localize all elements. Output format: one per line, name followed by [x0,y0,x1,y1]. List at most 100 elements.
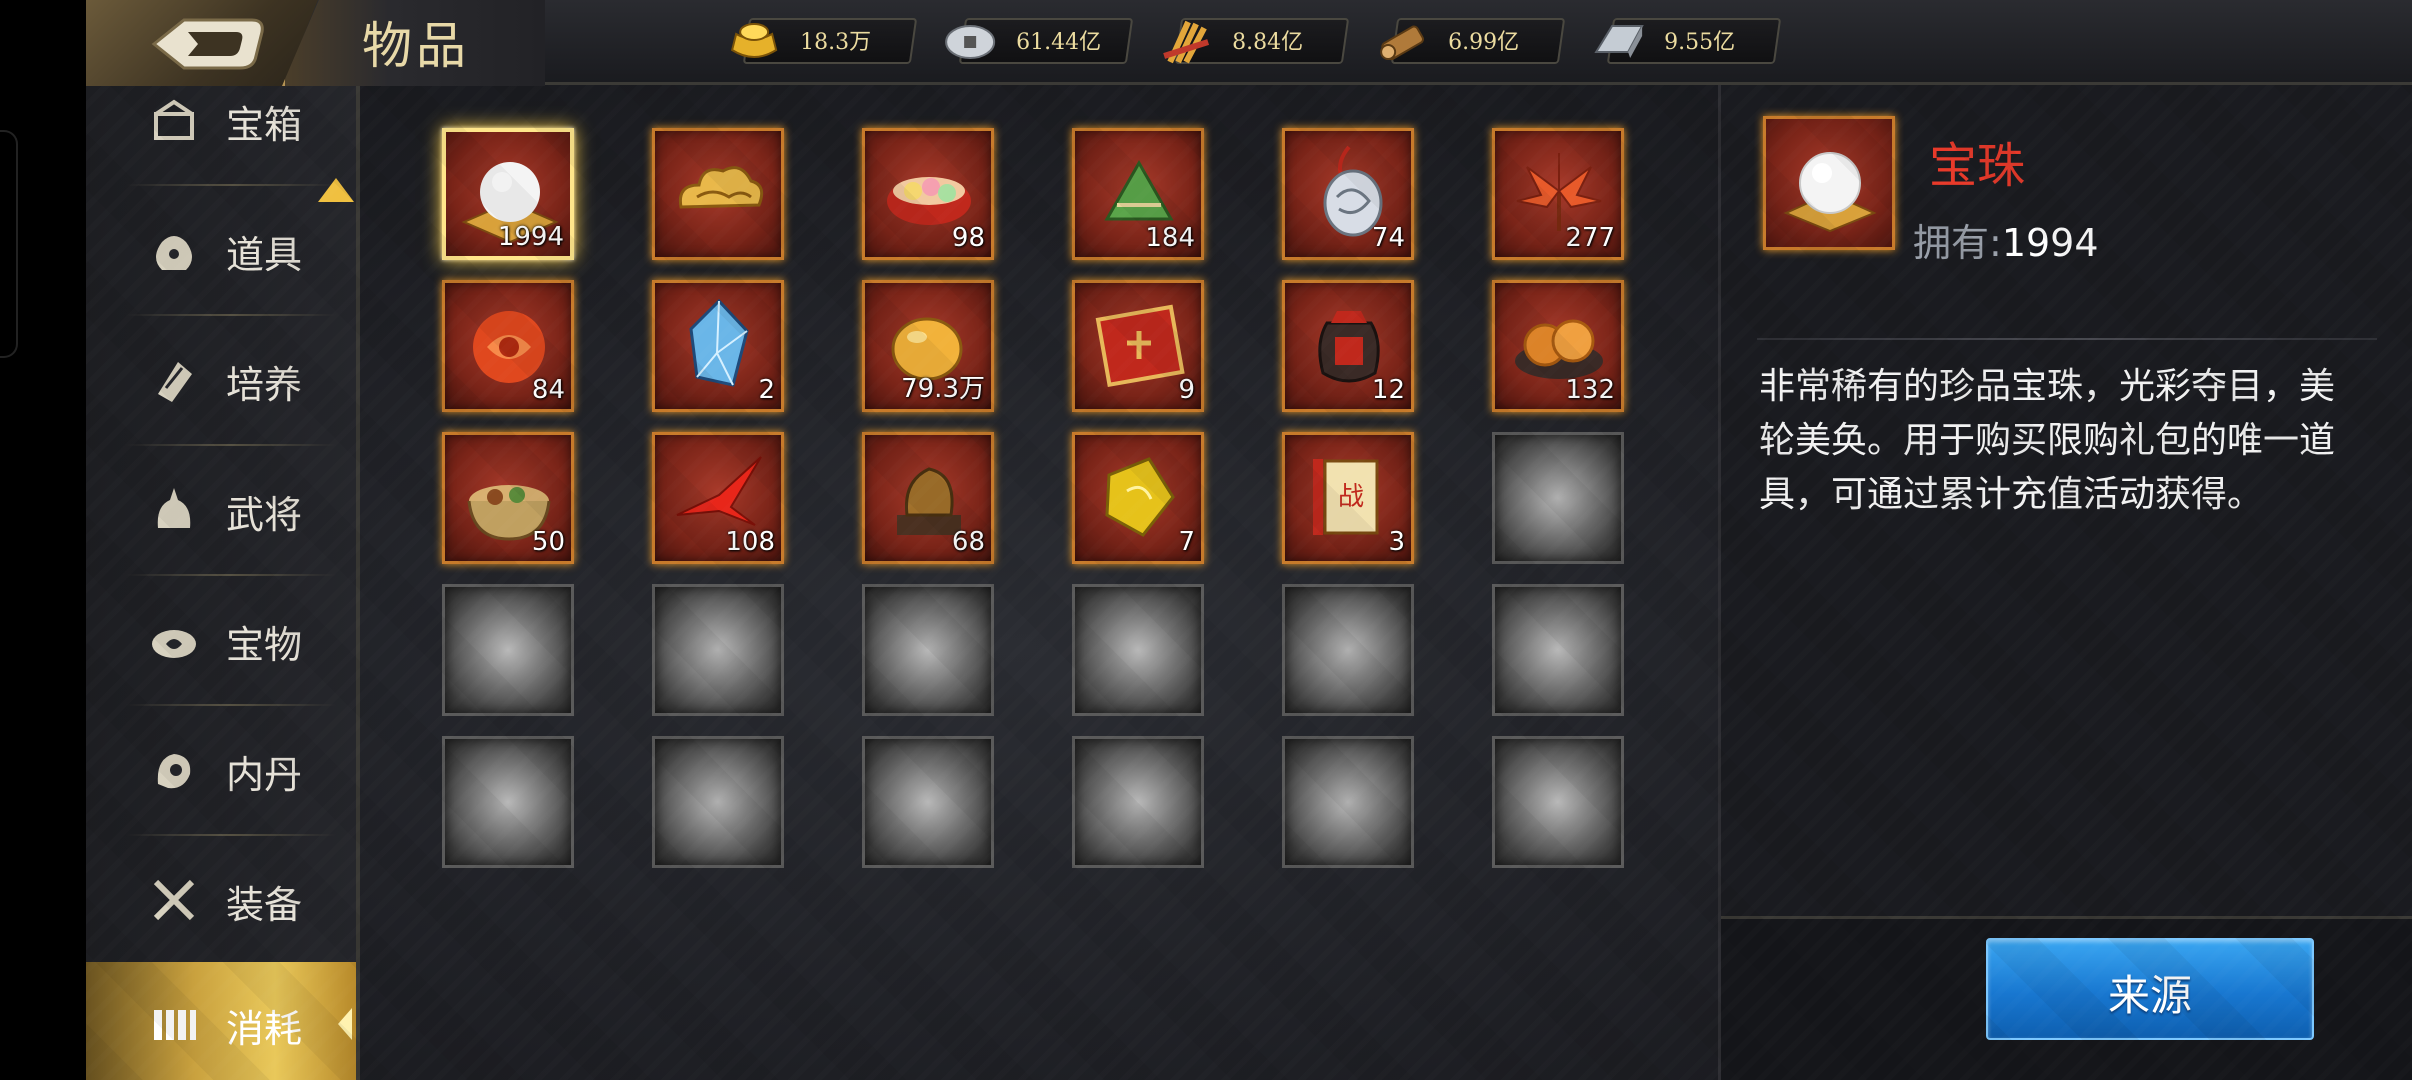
sidebar-item[interactable]: 装备 [86,838,356,966]
sidebar-item-label: 培养 [226,363,303,407]
item-slot[interactable]: 184 [1072,128,1204,260]
item-count: 132 [1565,375,1615,405]
item-slot[interactable]: 79.3万 [862,280,994,412]
sidebar-item[interactable]: 道具 [86,188,356,316]
sidebar-item-label: 武将 [226,493,303,537]
item-slot[interactable]: 50 [442,432,574,564]
item-count: 7 [1178,527,1195,557]
sidebar-item-label: 消耗 [226,1007,303,1051]
item-grid: 1994 98 184 74 277 84 2 79.3万 9 12 132 50 108 68 7 战 3 [442,128,1742,888]
wood-icon [1380,25,1424,61]
sidebar-item[interactable]: 内丹 [86,708,356,836]
item-slot[interactable]: 1994 [442,128,574,260]
chest-icon [154,99,194,140]
swords-icon [153,879,195,921]
app-root: 物品 18.3万 61.44亿 8.84亿 6.99亿 9.55亿 宝箱道具培养武将宝物… [0,0,2412,1080]
empty-slot [1072,584,1204,716]
pearl-icon [1783,152,1877,233]
empty-slot [442,736,574,868]
sidebar-item-label: 道具 [226,233,303,277]
item-count: 50 [531,527,565,557]
sidebar-item[interactable]: 培养 [86,318,356,446]
item-slot[interactable]: 68 [862,432,994,564]
silver-coin-icon [945,25,996,59]
item-count: 68 [951,527,985,557]
item-slot[interactable]: 战3 [1282,432,1414,564]
sidebar-item[interactable]: 武将 [86,448,356,576]
divider [126,834,336,836]
divider [126,444,336,446]
sidebar-item-label: 内丹 [226,753,303,797]
item-slot[interactable]: 7 [1072,432,1204,564]
sidebar-item-label: 装备 [226,883,303,927]
owned-count: 拥有:1994 [1913,212,2099,267]
resource-counter[interactable]: 8.84亿 [1163,18,1350,64]
resource-value: 61.44亿 [1016,30,1102,55]
empty-slot [862,584,994,716]
item-count: 3 [1388,527,1405,557]
selected-item-icon [1763,116,1895,250]
chevron-up-icon[interactable] [318,178,354,202]
item-slot[interactable]: 277 [1492,128,1624,260]
item-slot[interactable]: 9 [1072,280,1204,412]
item-count: 12 [1371,375,1405,405]
back-arrow-icon [151,18,264,70]
resource-counter[interactable]: 61.44亿 [945,18,1134,64]
empty-slot [652,584,784,716]
source-button-label: 来源 [2107,971,2192,1020]
item-slot[interactable]: 74 [1282,128,1414,260]
item-slot[interactable]: 84 [442,280,574,412]
gold-stone-icon [1105,457,1175,537]
source-button[interactable]: 来源 [1986,938,2314,1040]
resource-counter[interactable]: 9.55亿 [1594,18,1782,64]
war-scroll-icon: 战 [1313,459,1379,535]
scroll-icon [158,362,192,402]
blue-crystal-icon [689,298,749,387]
page-title: 物品 [362,17,470,75]
divider [1757,338,2377,340]
owned-value: 1994 [2001,221,2099,265]
resource-counter[interactable]: 6.99亿 [1380,18,1566,64]
sidebar-item[interactable]: 消耗 [86,962,356,1080]
item-slot[interactable] [652,128,784,260]
item-detail-panel: 宝珠 拥有:1994 非常稀有的珍品宝珠，光彩夺目，美轮美奂。用于购买限购礼包的… [1718,82,2412,1080]
item-count: 1994 [497,222,564,252]
back-button[interactable] [86,0,318,86]
empty-slot [862,736,994,868]
consumable-icon [154,1010,196,1040]
gold-ingot-icon [730,23,778,58]
top-bar: 物品 18.3万 61.44亿 8.84亿 6.99亿 9.55亿 [86,0,2412,86]
empty-slot [1492,584,1624,716]
sidebar-item[interactable]: 宝物 [86,578,356,706]
resource-counter[interactable]: 18.3万 [730,18,918,64]
item-count: 184 [1145,223,1195,253]
item-slot[interactable]: 108 [652,432,784,564]
empty-slot [652,736,784,868]
item-count: 84 [531,375,565,405]
divider [126,184,336,186]
red-card-icon [1095,304,1185,388]
item-count: 2 [758,375,775,405]
selected-item-name: 宝珠 [1929,138,2026,194]
item-slot[interactable]: 2 [652,280,784,412]
svg-text:战: 战 [1338,482,1364,512]
item-slot[interactable]: 98 [862,128,994,260]
resource-value: 18.3万 [800,30,872,55]
screen-notch [0,130,18,358]
item-count: 79.3万 [901,374,985,404]
pouch-icon [156,236,192,270]
sidebar-item-label: 宝箱 [226,103,303,147]
iron-icon [1594,25,1644,58]
item-count: 9 [1178,375,1195,405]
game-screen: 物品 18.3万 61.44亿 8.84亿 6.99亿 9.55亿 宝箱道具培养武将宝物… [86,0,2412,1080]
treasure-icon [152,630,196,658]
divider [126,704,336,706]
item-slot[interactable]: 12 [1282,280,1414,412]
helmet-icon [157,488,191,528]
resource-value: 8.84亿 [1232,30,1304,55]
empty-slot [1282,584,1414,716]
item-slot[interactable]: 132 [1492,280,1624,412]
item-description: 非常稀有的珍品宝珠，光彩夺目，美轮美奂。用于购买限购礼包的唯一道具，可通过累计充… [1759,366,2336,515]
item-count: 74 [1371,223,1405,253]
item-count: 277 [1565,223,1615,253]
